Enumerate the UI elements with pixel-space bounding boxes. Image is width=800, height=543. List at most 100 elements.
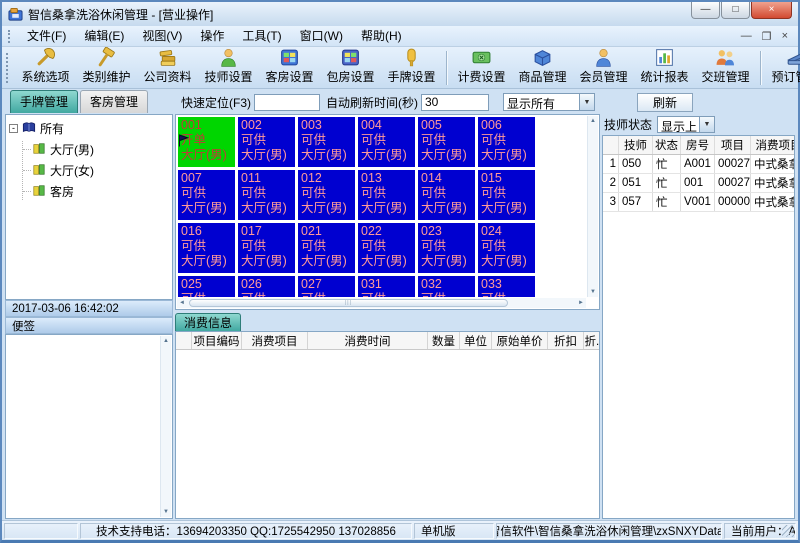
scroll-down-icon[interactable]: ▼: [590, 289, 596, 295]
toolbar-button[interactable]: 预订管理: [765, 46, 800, 86]
refresh-button[interactable]: 刷新: [637, 93, 693, 112]
tree-node-0[interactable]: 大厅(男): [23, 141, 169, 158]
tree-node-all[interactable]: - 所有: [9, 120, 169, 137]
minimize-button[interactable]: —: [691, 2, 720, 19]
room-tile-023[interactable]: 023可供大厅(男): [418, 223, 475, 273]
toolbar-button[interactable]: 系统选项: [15, 46, 76, 86]
scroll-down-icon[interactable]: ▼: [163, 509, 169, 515]
tech-col-1[interactable]: 技师: [619, 136, 653, 154]
consume-col-5[interactable]: 单位: [460, 332, 492, 349]
room-tile-027[interactable]: 027可供大厅(男): [298, 276, 355, 297]
toolbar-button[interactable]: 包房设置: [320, 46, 381, 86]
scroll-up-icon[interactable]: ▲: [590, 118, 596, 124]
folder-icon: [32, 163, 46, 179]
toolbar-button[interactable]: 公司资料: [137, 46, 198, 86]
toolbar-button[interactable]: 类别维护: [76, 46, 137, 86]
grid-horizontal-scrollbar[interactable]: ◄ ||| ►: [177, 298, 586, 308]
room-tile-031[interactable]: 031可供大厅(男): [358, 276, 415, 297]
consume-col-2[interactable]: 消费项目: [242, 332, 308, 349]
room-tile-007[interactable]: 007可供大厅(男): [178, 170, 235, 220]
toolbar-button[interactable]: 商品管理: [512, 46, 573, 86]
menu-item-3[interactable]: 操作: [191, 25, 233, 47]
toolbar-button[interactable]: 手牌设置: [381, 46, 442, 86]
consume-col-1[interactable]: 项目编码: [192, 332, 242, 349]
toolbar-button[interactable]: 会员管理: [573, 46, 634, 86]
room-tile-032[interactable]: 032可供大厅(男): [418, 276, 475, 297]
memo-scrollbar[interactable]: ▲ ▼: [160, 336, 171, 517]
room-tile-005[interactable]: 005可供大厅(男): [418, 117, 475, 167]
consume-col-0[interactable]: [176, 332, 192, 349]
toolbar-button[interactable]: 客房设置: [259, 46, 320, 86]
grid-vertical-scrollbar[interactable]: ▲ ▼: [587, 116, 598, 297]
menu-item-6[interactable]: 帮助(H): [352, 25, 411, 47]
toolbar-button[interactable]: 计费设置: [451, 46, 512, 86]
resize-grip-icon[interactable]: [782, 525, 794, 537]
room-tile-033[interactable]: 033可供大厅(男): [478, 276, 535, 297]
room-tile-014[interactable]: 014可供大厅(男): [418, 170, 475, 220]
room-tile-006[interactable]: 006可供大厅(男): [478, 117, 535, 167]
display-filter-select[interactable]: 显示所有 ▼: [503, 93, 595, 111]
tree-expander-icon[interactable]: -: [9, 124, 18, 133]
consume-col-6[interactable]: 原始单价: [492, 332, 548, 349]
mdi-close-icon[interactable]: ×: [782, 30, 788, 43]
quick-locate-input[interactable]: [254, 94, 320, 111]
toolbar-button[interactable]: 交班管理: [695, 46, 756, 86]
table-row[interactable]: 2051忙00100027中式桑拿: [603, 174, 794, 193]
room-tile-013[interactable]: 013可供大厅(男): [358, 170, 415, 220]
menu-item-2[interactable]: 视图(V): [133, 25, 191, 47]
room-tile-001[interactable]: 001开单大厅(男): [178, 117, 235, 167]
auto-refresh-input[interactable]: [421, 94, 489, 111]
room-tile-011[interactable]: 011可供大厅(男): [238, 170, 295, 220]
technician-panel: 技师状态 显示上 ▼ 技师状态房号项目消费项目1050忙A00100027中式桑…: [602, 114, 795, 519]
technician-filter-select[interactable]: 显示上 ▼: [657, 116, 715, 133]
room-tile-012[interactable]: 012可供大厅(男): [298, 170, 355, 220]
consume-col-3[interactable]: 消费时间: [308, 332, 428, 349]
tab-0[interactable]: 手牌管理: [10, 90, 78, 113]
toolbar-button-label: 公司资料: [143, 68, 191, 85]
tech-cell: 00000: [715, 193, 751, 211]
consume-col-8[interactable]: 折..: [584, 332, 600, 349]
tech-col-3[interactable]: 房号: [681, 136, 715, 154]
menu-item-4[interactable]: 工具(T): [233, 25, 290, 47]
consume-col-4[interactable]: 数量: [428, 332, 460, 349]
room-tile-024[interactable]: 024可供大厅(男): [478, 223, 535, 273]
mdi-minimize-icon[interactable]: —: [741, 30, 752, 43]
consume-col-7[interactable]: 折扣: [548, 332, 584, 349]
memo-textarea[interactable]: ▲ ▼: [5, 334, 173, 519]
room-tile-002[interactable]: 002可供大厅(男): [238, 117, 295, 167]
tech-cell: 3: [603, 193, 619, 211]
room-tile-026[interactable]: 026可供大厅(男): [238, 276, 295, 297]
scroll-up-icon[interactable]: ▲: [163, 338, 169, 344]
tech-col-0[interactable]: [603, 136, 619, 154]
room-tile-016[interactable]: 016可供大厅(男): [178, 223, 235, 273]
maximize-button[interactable]: □: [721, 2, 750, 19]
room-tile-022[interactable]: 022可供大厅(男): [358, 223, 415, 273]
table-row[interactable]: 1050忙A00100027中式桑拿: [603, 155, 794, 174]
room-tile-015[interactable]: 015可供大厅(男): [478, 170, 535, 220]
room-tile-025[interactable]: 025可供大厅(男): [178, 276, 235, 297]
scroll-left-icon[interactable]: ◄: [177, 300, 187, 306]
tab-consumption-info[interactable]: 消费信息: [175, 313, 241, 331]
table-row[interactable]: 3057忙V00100000中式桑拿: [603, 193, 794, 212]
tree-node-2[interactable]: 客房: [23, 183, 169, 200]
tab-1[interactable]: 客房管理: [80, 90, 148, 113]
close-button[interactable]: ×: [751, 2, 792, 19]
money-green-icon: [471, 47, 492, 68]
menu-item-5[interactable]: 窗口(W): [291, 25, 352, 47]
scrollbar-thumb[interactable]: |||: [189, 299, 508, 307]
toolbar-button[interactable]: 统计报表: [634, 46, 695, 86]
mdi-restore-icon[interactable]: ❐: [762, 30, 772, 43]
menu-item-0[interactable]: 文件(F): [18, 25, 75, 47]
toolbar-button[interactable]: 技师设置: [198, 46, 259, 86]
tech-col-2[interactable]: 状态: [653, 136, 681, 154]
room-area: 大厅(男): [481, 201, 534, 216]
scroll-right-icon[interactable]: ►: [576, 300, 586, 306]
tech-col-4[interactable]: 项目: [715, 136, 751, 154]
room-tile-004[interactable]: 004可供大厅(男): [358, 117, 415, 167]
room-tile-021[interactable]: 021可供大厅(男): [298, 223, 355, 273]
menu-item-1[interactable]: 编辑(E): [75, 25, 133, 47]
room-tile-017[interactable]: 017可供大厅(男): [238, 223, 295, 273]
tree-node-1[interactable]: 大厅(女): [23, 162, 169, 179]
tech-col-5[interactable]: 消费项目: [751, 136, 795, 154]
room-tile-003[interactable]: 003可供大厅(男): [298, 117, 355, 167]
